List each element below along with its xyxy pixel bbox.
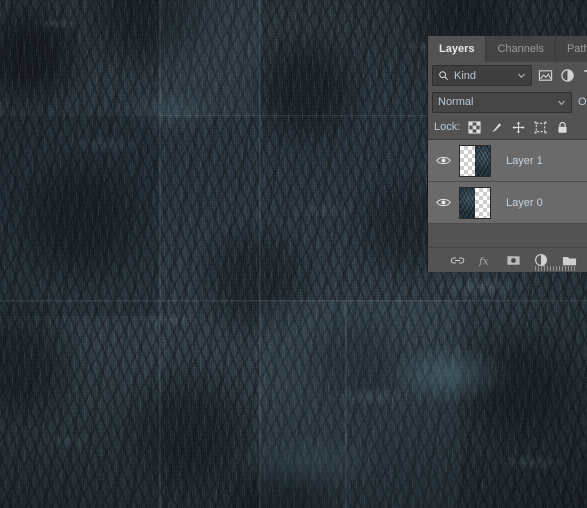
canvas-seam-vertical bbox=[345, 300, 347, 508]
layer-list[interactable]: Layer 1 Layer 0 bbox=[428, 139, 587, 247]
table-row[interactable]: Layer 0 bbox=[428, 182, 587, 224]
type-filter-icon[interactable] bbox=[582, 68, 587, 83]
canvas-seam-vertical bbox=[259, 0, 261, 508]
svg-text:fx: fx bbox=[478, 255, 489, 267]
layer-mask-icon[interactable] bbox=[506, 253, 521, 268]
lock-row: Lock: bbox=[428, 115, 587, 139]
panel-tab-bar: Layers Channels Paths bbox=[428, 36, 587, 62]
canvas-seam-horizontal bbox=[0, 300, 587, 302]
thumbnail-transparent-half bbox=[460, 145, 475, 176]
opacity-label: Opac bbox=[578, 96, 587, 108]
layer-thumbnail-image bbox=[459, 186, 491, 219]
blend-mode-select[interactable]: Normal bbox=[432, 91, 572, 113]
layer-filter-icons bbox=[538, 68, 587, 83]
layer-name[interactable]: Layer 0 bbox=[494, 197, 543, 209]
thumbnail-texture-half bbox=[460, 187, 475, 218]
tab-channels[interactable]: Channels bbox=[486, 36, 556, 62]
tab-layers-label: Layers bbox=[439, 43, 475, 55]
layer-filter-row: Kind bbox=[428, 62, 587, 89]
layer-visibility-toggle[interactable] bbox=[430, 197, 456, 208]
image-filter-icon[interactable] bbox=[538, 68, 553, 83]
layer-visibility-toggle[interactable] bbox=[430, 155, 456, 166]
lock-icon-group bbox=[468, 120, 569, 134]
layer-styles-fx-icon[interactable]: fx bbox=[478, 253, 493, 268]
canvas-tile-patch bbox=[0, 116, 160, 316]
adjustment-filter-icon[interactable] bbox=[560, 68, 575, 83]
eye-icon bbox=[435, 198, 451, 207]
tab-paths-label: Paths bbox=[566, 43, 587, 55]
layer-thumbnail[interactable] bbox=[456, 186, 494, 219]
search-icon bbox=[439, 71, 449, 81]
eye-icon bbox=[435, 156, 451, 165]
blend-mode-row: Normal Opac bbox=[428, 89, 587, 115]
canvas-seam-vertical bbox=[159, 0, 161, 508]
app-window: Layers Channels Paths Kind bbox=[0, 0, 587, 508]
lock-position-icon[interactable] bbox=[512, 120, 525, 134]
thumbnail-texture-half bbox=[475, 145, 490, 176]
layers-panel: Layers Channels Paths Kind bbox=[428, 36, 587, 272]
tab-channels-label: Channels bbox=[497, 43, 544, 55]
layer-filter-kind-select[interactable]: Kind bbox=[432, 65, 532, 86]
layer-name[interactable]: Layer 1 bbox=[494, 155, 543, 167]
chevron-down-icon bbox=[518, 73, 525, 79]
layer-thumbnail-image bbox=[459, 144, 491, 177]
lock-label: Lock: bbox=[434, 121, 461, 133]
canvas-tile-patch bbox=[260, 300, 460, 508]
lock-image-pixels-icon[interactable] bbox=[490, 121, 503, 134]
lock-all-icon[interactable] bbox=[556, 121, 569, 134]
chevron-down-icon bbox=[558, 100, 565, 105]
layer-thumbnail[interactable] bbox=[456, 144, 494, 177]
canvas-tile-patch bbox=[160, 0, 260, 116]
panel-resize-grip[interactable] bbox=[535, 266, 575, 271]
tab-layers[interactable]: Layers bbox=[428, 36, 487, 62]
lock-transparent-pixels-icon[interactable] bbox=[468, 120, 481, 134]
link-layers-icon[interactable] bbox=[450, 253, 465, 268]
tab-paths[interactable]: Paths bbox=[556, 36, 587, 62]
thumbnail-transparent-half bbox=[475, 187, 490, 218]
lock-artboard-nesting-icon[interactable] bbox=[534, 121, 547, 134]
layers-panel-body: Kind Normal O Lock: Layer 1 Layer 0 fx bbox=[428, 62, 587, 272]
table-row[interactable]: Layer 1 bbox=[428, 140, 587, 182]
blend-mode-value: Normal bbox=[438, 96, 474, 108]
layer-filter-kind-label: Kind bbox=[454, 69, 477, 82]
